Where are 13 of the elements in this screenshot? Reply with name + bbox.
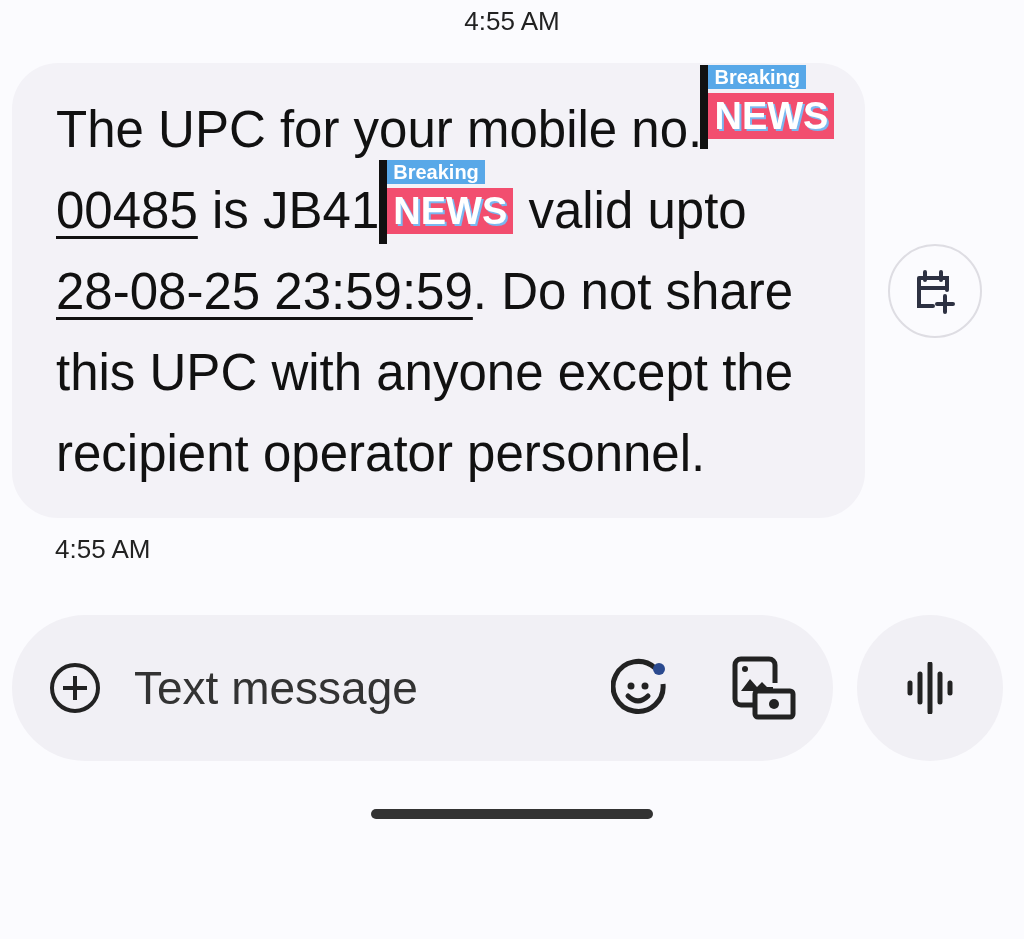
message-time: 4:55 AM <box>55 534 152 565</box>
calendar-add-icon <box>915 267 955 314</box>
message-input-field[interactable]: Text message <box>132 660 611 716</box>
phone-number-link[interactable]: 00485 <box>56 182 198 239</box>
waveform-icon <box>907 662 953 714</box>
sticker-label: Breaking <box>708 65 807 89</box>
add-icon <box>48 661 102 715</box>
date-link[interactable]: 28-08-25 23:59:59 <box>56 263 473 320</box>
timestamp: 4:55 AM <box>464 6 560 37</box>
gallery-icon <box>731 655 797 721</box>
sticker-label: NEWS <box>708 93 835 139</box>
sticker-label: Breaking <box>387 160 485 184</box>
sticker-label: NEWS <box>387 188 514 234</box>
